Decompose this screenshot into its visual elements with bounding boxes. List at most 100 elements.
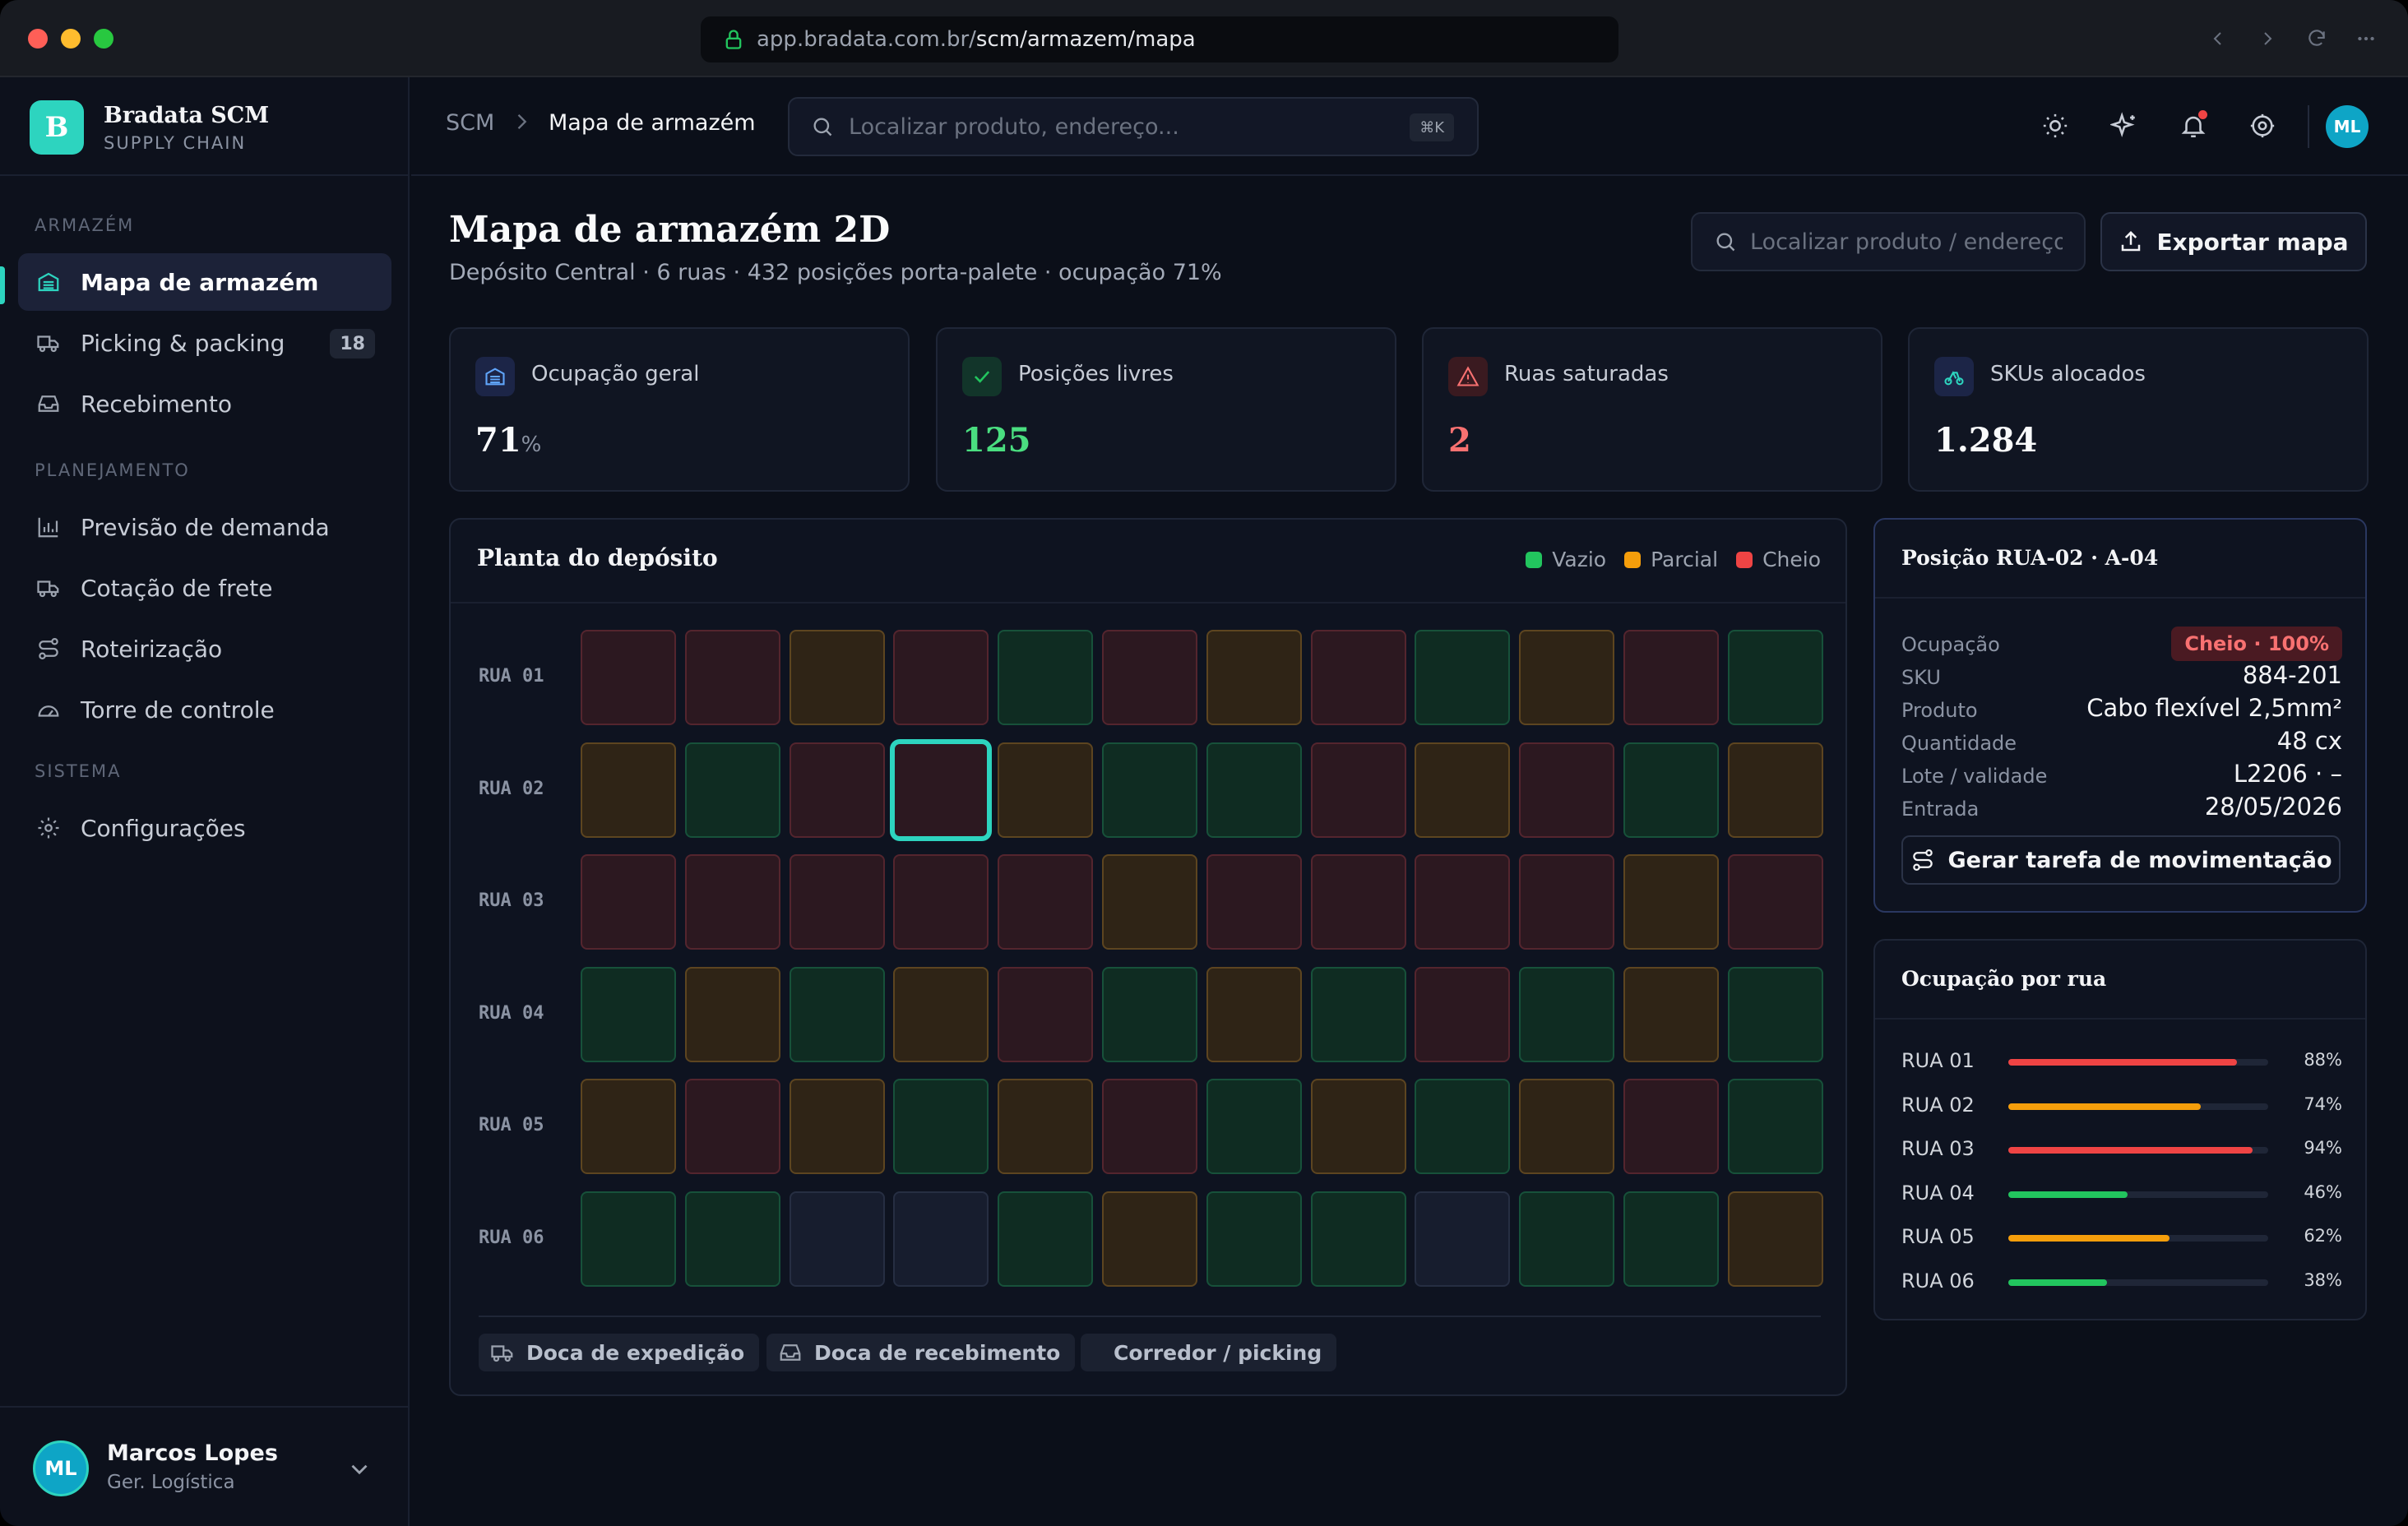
rack-position[interactable] bbox=[789, 854, 885, 950]
rack-position[interactable] bbox=[1102, 1079, 1197, 1174]
more-icon[interactable] bbox=[2352, 25, 2380, 53]
rack-position[interactable] bbox=[1623, 854, 1719, 950]
rack-position[interactable] bbox=[684, 742, 780, 838]
rack-position[interactable] bbox=[1102, 854, 1197, 950]
close-window-button[interactable] bbox=[28, 29, 48, 49]
rack-position[interactable] bbox=[1206, 630, 1302, 725]
rack-position[interactable] bbox=[1206, 966, 1302, 1062]
rack-position[interactable] bbox=[789, 630, 885, 725]
user-menu[interactable]: ML Marcos Lopes Ger. Logística bbox=[0, 1406, 410, 1526]
rack-position[interactable] bbox=[1206, 1191, 1302, 1287]
rack-position[interactable] bbox=[1102, 966, 1197, 1062]
rack-position[interactable] bbox=[1623, 1079, 1719, 1174]
rack-position[interactable] bbox=[893, 1191, 989, 1287]
bell-icon[interactable] bbox=[2176, 109, 2211, 143]
rack-position[interactable] bbox=[1727, 1191, 1823, 1287]
sidebar-item-configuracoes[interactable]: Configurações bbox=[18, 799, 391, 857]
forward-icon[interactable] bbox=[2253, 25, 2281, 53]
rack-position[interactable] bbox=[1206, 742, 1302, 838]
rack-position[interactable] bbox=[1623, 630, 1719, 725]
rack-position[interactable] bbox=[1727, 966, 1823, 1062]
rack-position[interactable] bbox=[581, 1079, 676, 1174]
rack-position[interactable] bbox=[581, 742, 676, 838]
rack-position[interactable] bbox=[581, 854, 676, 950]
brand[interactable]: B Bradata SCM SUPPLY CHAIN bbox=[30, 100, 269, 155]
rack-position[interactable] bbox=[789, 1079, 885, 1174]
rack-position[interactable] bbox=[1623, 966, 1719, 1062]
rack-position[interactable] bbox=[1519, 1191, 1615, 1287]
sidebar-item-torre-de-controle[interactable]: Torre de controle bbox=[18, 681, 391, 738]
rack-position[interactable] bbox=[1415, 1079, 1511, 1174]
rack-position[interactable] bbox=[1310, 966, 1406, 1062]
gear-icon[interactable] bbox=[2245, 109, 2280, 143]
rack-position[interactable] bbox=[998, 1191, 1094, 1287]
rack-position[interactable] bbox=[1206, 1079, 1302, 1174]
create-move-task-button[interactable]: Gerar tarefa de movimentação bbox=[1901, 835, 2341, 885]
rack-position[interactable] bbox=[1519, 630, 1615, 725]
global-search-input[interactable]: Localizar produto, endereço... ⌘K bbox=[788, 97, 1479, 156]
rack-position[interactable] bbox=[893, 742, 989, 838]
rack-position[interactable] bbox=[581, 966, 676, 1062]
chevron-down-icon[interactable] bbox=[345, 1455, 373, 1483]
rack-position[interactable] bbox=[893, 1079, 989, 1174]
rack-position[interactable] bbox=[684, 630, 780, 725]
rack-position[interactable] bbox=[1519, 854, 1615, 950]
rack-position[interactable] bbox=[1102, 742, 1197, 838]
back-icon[interactable] bbox=[2204, 25, 2232, 53]
rack-position[interactable] bbox=[1623, 1191, 1719, 1287]
sidebar-item-mapa-de-armazem[interactable]: Mapa de armazém bbox=[18, 253, 391, 311]
rack-position[interactable] bbox=[1623, 742, 1719, 838]
rack-position[interactable] bbox=[998, 854, 1094, 950]
rack-position[interactable] bbox=[789, 1191, 885, 1287]
sidebar-item-cotacao-de-frete[interactable]: Cotação de frete bbox=[18, 559, 391, 617]
address-bar[interactable]: app.bradata.com.br/scm/armazem/mapa bbox=[701, 16, 1618, 62]
rack-position[interactable] bbox=[789, 742, 885, 838]
rack-position[interactable] bbox=[1519, 966, 1615, 1062]
rack-position[interactable] bbox=[1310, 742, 1406, 838]
rack-position[interactable] bbox=[998, 1079, 1094, 1174]
rack-position[interactable] bbox=[1727, 630, 1823, 725]
sidebar-item-picking-packing[interactable]: Picking & packing 18 bbox=[18, 314, 391, 372]
rack-position[interactable] bbox=[1519, 742, 1615, 838]
rack-position[interactable] bbox=[1415, 854, 1511, 950]
sparkles-icon[interactable] bbox=[2107, 109, 2142, 143]
rack-position[interactable] bbox=[1310, 1079, 1406, 1174]
rack-position[interactable] bbox=[1102, 630, 1197, 725]
rack-position[interactable] bbox=[684, 966, 780, 1062]
map-search-input[interactable]: Localizar produto / endereço bbox=[1691, 212, 2086, 271]
rack-position[interactable] bbox=[1310, 630, 1406, 725]
theme-toggle-icon[interactable] bbox=[2038, 109, 2072, 143]
aisle-picking-chip[interactable]: Corredor / picking bbox=[1081, 1334, 1337, 1371]
rack-position[interactable] bbox=[581, 630, 676, 725]
rack-position[interactable] bbox=[1727, 854, 1823, 950]
rack-position[interactable] bbox=[684, 854, 780, 950]
rack-position[interactable] bbox=[581, 1191, 676, 1287]
rack-position[interactable] bbox=[684, 1191, 780, 1287]
sidebar-item-previsao-de-demanda[interactable]: Previsão de demanda bbox=[18, 498, 391, 556]
rack-position[interactable] bbox=[1310, 1191, 1406, 1287]
rack-position[interactable] bbox=[1102, 1191, 1197, 1287]
rack-position[interactable] bbox=[1415, 966, 1511, 1062]
rack-position[interactable] bbox=[998, 966, 1094, 1062]
rack-position[interactable] bbox=[789, 966, 885, 1062]
avatar[interactable]: ML bbox=[2326, 105, 2369, 148]
maximize-window-button[interactable] bbox=[94, 29, 113, 49]
dock-receiving-chip[interactable]: Doca de recebimento bbox=[766, 1334, 1076, 1371]
rack-position[interactable] bbox=[1727, 742, 1823, 838]
rack-position[interactable] bbox=[893, 630, 989, 725]
rack-position[interactable] bbox=[1727, 1079, 1823, 1174]
rack-position[interactable] bbox=[1206, 854, 1302, 950]
reload-icon[interactable] bbox=[2303, 25, 2331, 53]
minimize-window-button[interactable] bbox=[61, 29, 81, 49]
rack-position[interactable] bbox=[1415, 630, 1511, 725]
rack-position[interactable] bbox=[1415, 1191, 1511, 1287]
dock-expedition-chip[interactable]: Doca de expedição bbox=[479, 1334, 760, 1371]
sidebar-item-recebimento[interactable]: Recebimento bbox=[18, 375, 391, 432]
rack-position[interactable] bbox=[1310, 854, 1406, 950]
sidebar-item-roteirizacao[interactable]: Roteirização bbox=[18, 620, 391, 677]
rack-position[interactable] bbox=[1415, 742, 1511, 838]
rack-position[interactable] bbox=[684, 1079, 780, 1174]
rack-position[interactable] bbox=[893, 854, 989, 950]
export-map-button[interactable]: Exportar mapa bbox=[2100, 212, 2367, 271]
rack-position[interactable] bbox=[1519, 1079, 1615, 1174]
